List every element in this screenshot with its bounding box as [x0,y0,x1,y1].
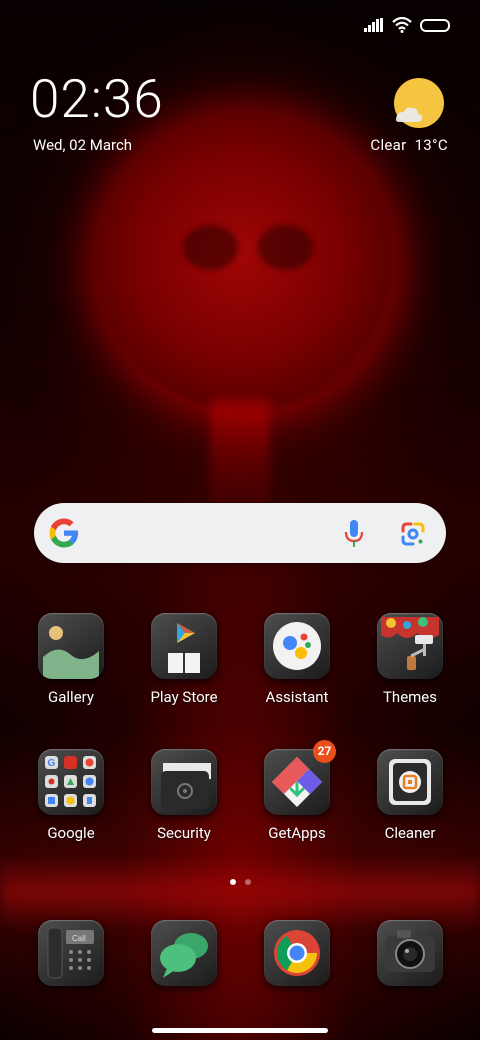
security-icon [151,749,217,815]
svg-text:G: G [48,758,56,769]
dock-phone[interactable]: Call [16,920,126,986]
app-label: Google [47,824,95,842]
wallpaper-horizon [0,855,480,930]
wallpaper-drip [210,400,270,520]
wifi-icon [392,17,412,33]
app-themes[interactable]: Themes [355,613,465,706]
sun-cloud-icon[interactable] [392,76,446,130]
blood-moon-wallpaper [98,115,395,412]
app-gallery[interactable]: Gallery [16,613,126,706]
app-label: Themes [382,688,438,706]
app-label: Cleaner [384,824,436,842]
dock-chrome[interactable] [242,920,352,986]
phone-icon: Call [38,920,104,986]
app-cleaner[interactable]: Cleaner [355,749,465,842]
gesture-nav-handle[interactable] [152,1028,328,1033]
page-dot[interactable] [244,879,251,885]
play-store-icon [151,613,217,679]
page-indicator[interactable] [0,879,480,885]
app-label: Play Store [150,688,218,706]
app-security[interactable]: Security [129,749,239,842]
weather-condition: Clear [370,136,407,154]
app-getapps[interactable]: 27 GetApps [242,740,352,842]
weather-temperature: 13°C [414,136,448,154]
dock-camera[interactable] [355,920,465,986]
app-label: Assistant [265,688,329,706]
app-play-store[interactable]: Play Store [129,613,239,706]
signal-icon [364,18,383,32]
google-folder-icon: G [38,749,104,815]
themes-icon [377,613,443,679]
chrome-icon [264,920,330,986]
folder-google[interactable]: G Google [16,749,126,842]
cleaner-icon [377,749,443,815]
clock-time[interactable]: 02:36 [30,73,164,126]
google-search-bar[interactable] [34,503,446,563]
app-assistant[interactable]: Assistant [242,613,352,706]
app-label: Security [157,824,211,842]
battery-icon [420,18,450,32]
assistant-icon [264,613,330,679]
messages-icon [151,920,217,986]
app-label: Gallery [48,688,94,706]
page-dot-active[interactable] [229,879,236,885]
google-g-icon [49,518,78,548]
app-label: GetApps [268,824,326,842]
weather-summary[interactable]: Clear 13°C [370,136,448,154]
camera-icon [377,920,443,986]
lens-icon[interactable] [400,521,426,547]
dock-messages[interactable] [129,920,239,986]
clock-date[interactable]: Wed, 02 March [33,136,132,154]
notification-badge: 27 [313,740,336,763]
mic-icon[interactable] [344,519,364,549]
phone-call-label: Call [72,934,86,943]
status-bar [364,17,450,33]
gallery-icon [38,613,104,679]
